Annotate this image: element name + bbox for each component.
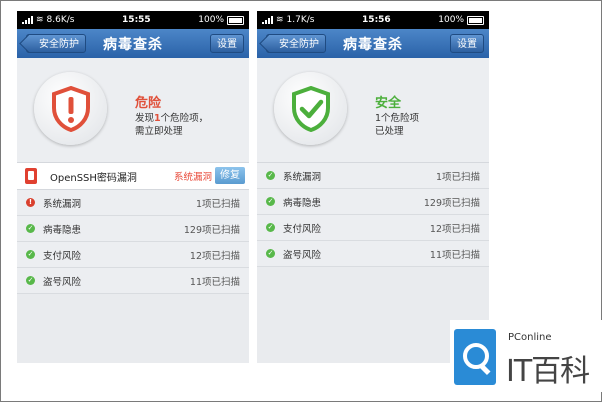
item-count: 12项已扫描 [429, 223, 480, 235]
list-item: ! 系统漏洞 1项已扫描 [17, 190, 249, 216]
status-description: 发现1个危险项， 需立即处理 [135, 113, 209, 137]
magnifier-logo-icon [454, 329, 496, 385]
watermark-logo-text: IT百科 [506, 354, 590, 389]
back-button[interactable]: 安全防护 [266, 34, 326, 53]
vulnerability-name: OpenSSH密码漏洞 [50, 172, 137, 184]
settings-button[interactable]: 设置 [450, 34, 484, 53]
item-label: 系统漏洞 [43, 198, 82, 210]
scan-category-list: ✓ 系统漏洞 1项已扫描 ✓ 病毒隐患 129项已扫描 ✓ 支付风险 12项已扫… [257, 163, 489, 267]
battery-icon [227, 15, 244, 25]
status-description: 1个危险项 已处理 [375, 113, 420, 137]
phone-screen-safe: ≋ 1.7K/s 15:56 100% 安全防护 病毒查杀 设置 安全 1个危险… [257, 11, 489, 363]
status-bar: ≋ 8.6K/s 15:55 100% [17, 11, 249, 29]
item-label: 盗号风险 [283, 249, 322, 261]
vulnerability-row[interactable]: OpenSSH密码漏洞 系统漏洞 修复 [17, 163, 249, 190]
signal-bars-icon [22, 16, 33, 24]
item-count: 1项已扫描 [195, 198, 240, 210]
wifi-icon: ≋ [276, 15, 284, 25]
item-count: 1项已扫描 [435, 171, 480, 183]
status-bar: ≋ 1.7K/s 15:56 100% [257, 11, 489, 29]
network-speed: 1.7K/s [286, 15, 315, 25]
back-button-label: 安全防护 [39, 39, 79, 50]
vulnerability-type: 系统漏洞 [173, 172, 212, 183]
watermark-brand: PConline [508, 332, 552, 343]
item-count: 11项已扫描 [429, 249, 480, 261]
check-icon: ✓ [266, 223, 275, 232]
list-item: ✓ 盗号风险 11项已扫描 [17, 268, 249, 294]
phone-alert-icon [25, 168, 37, 184]
scan-result-panel: 危险 发现1个危险项， 需立即处理 [17, 58, 249, 163]
signal-bars-icon [262, 16, 273, 24]
status-label: 安全 [375, 96, 402, 111]
list-item: ✓ 病毒隐患 129项已扫描 [257, 189, 489, 215]
battery-percent: 100% [438, 15, 464, 25]
pconline-watermark: PConline IT百科 [450, 320, 602, 392]
list-item: ✓ 系统漏洞 1项已扫描 [257, 163, 489, 189]
safe-shield-check-icon [274, 72, 347, 145]
list-item: ✓ 支付风险 12项已扫描 [17, 242, 249, 268]
item-label: 支付风险 [283, 223, 322, 235]
nav-bar: 安全防护 病毒查杀 设置 [17, 29, 249, 58]
settings-button[interactable]: 设置 [210, 34, 244, 53]
page-title: 病毒查杀 [103, 36, 163, 53]
nav-bar: 安全防护 病毒查杀 设置 [257, 29, 489, 58]
scan-category-list: ! 系统漏洞 1项已扫描 ✓ 病毒隐患 129项已扫描 ✓ 支付风险 12项已扫… [17, 190, 249, 294]
check-icon: ✓ [26, 224, 35, 233]
warning-icon: ! [26, 198, 35, 207]
check-icon: ✓ [26, 276, 35, 285]
item-count: 12项已扫描 [189, 250, 240, 262]
list-item: ✓ 盗号风险 11项已扫描 [257, 241, 489, 267]
battery-percent: 100% [198, 15, 224, 25]
check-icon: ✓ [266, 249, 275, 258]
item-label: 支付风险 [43, 250, 82, 262]
network-speed: 8.6K/s [46, 15, 75, 25]
check-icon: ✓ [266, 197, 275, 206]
item-count: 11项已扫描 [189, 276, 240, 288]
page-title: 病毒查杀 [343, 36, 403, 53]
check-icon: ✓ [26, 250, 35, 259]
list-item: ✓ 支付风险 12项已扫描 [257, 215, 489, 241]
item-label: 盗号风险 [43, 276, 82, 288]
wifi-icon: ≋ [36, 15, 44, 25]
item-label: 系统漏洞 [283, 171, 322, 183]
item-count: 129项已扫描 [183, 224, 240, 236]
clock: 15:56 [362, 15, 391, 25]
item-label: 病毒隐患 [283, 197, 322, 209]
check-icon: ✓ [266, 171, 275, 180]
back-button-label: 安全防护 [279, 39, 319, 50]
item-label: 病毒隐患 [43, 224, 82, 236]
clock: 15:55 [122, 15, 151, 25]
danger-shield-icon [34, 72, 107, 145]
phone-screen-danger: ≋ 8.6K/s 15:55 100% 安全防护 病毒查杀 设置 危险 发现1个… [17, 11, 249, 363]
item-count: 129项已扫描 [423, 197, 480, 209]
status-label: 危险 [135, 96, 162, 111]
fix-button[interactable]: 修复 [215, 167, 245, 184]
list-item: ✓ 病毒隐患 129项已扫描 [17, 216, 249, 242]
back-button[interactable]: 安全防护 [26, 34, 86, 53]
battery-icon [467, 15, 484, 25]
scan-result-panel: 安全 1个危险项 已处理 [257, 58, 489, 163]
